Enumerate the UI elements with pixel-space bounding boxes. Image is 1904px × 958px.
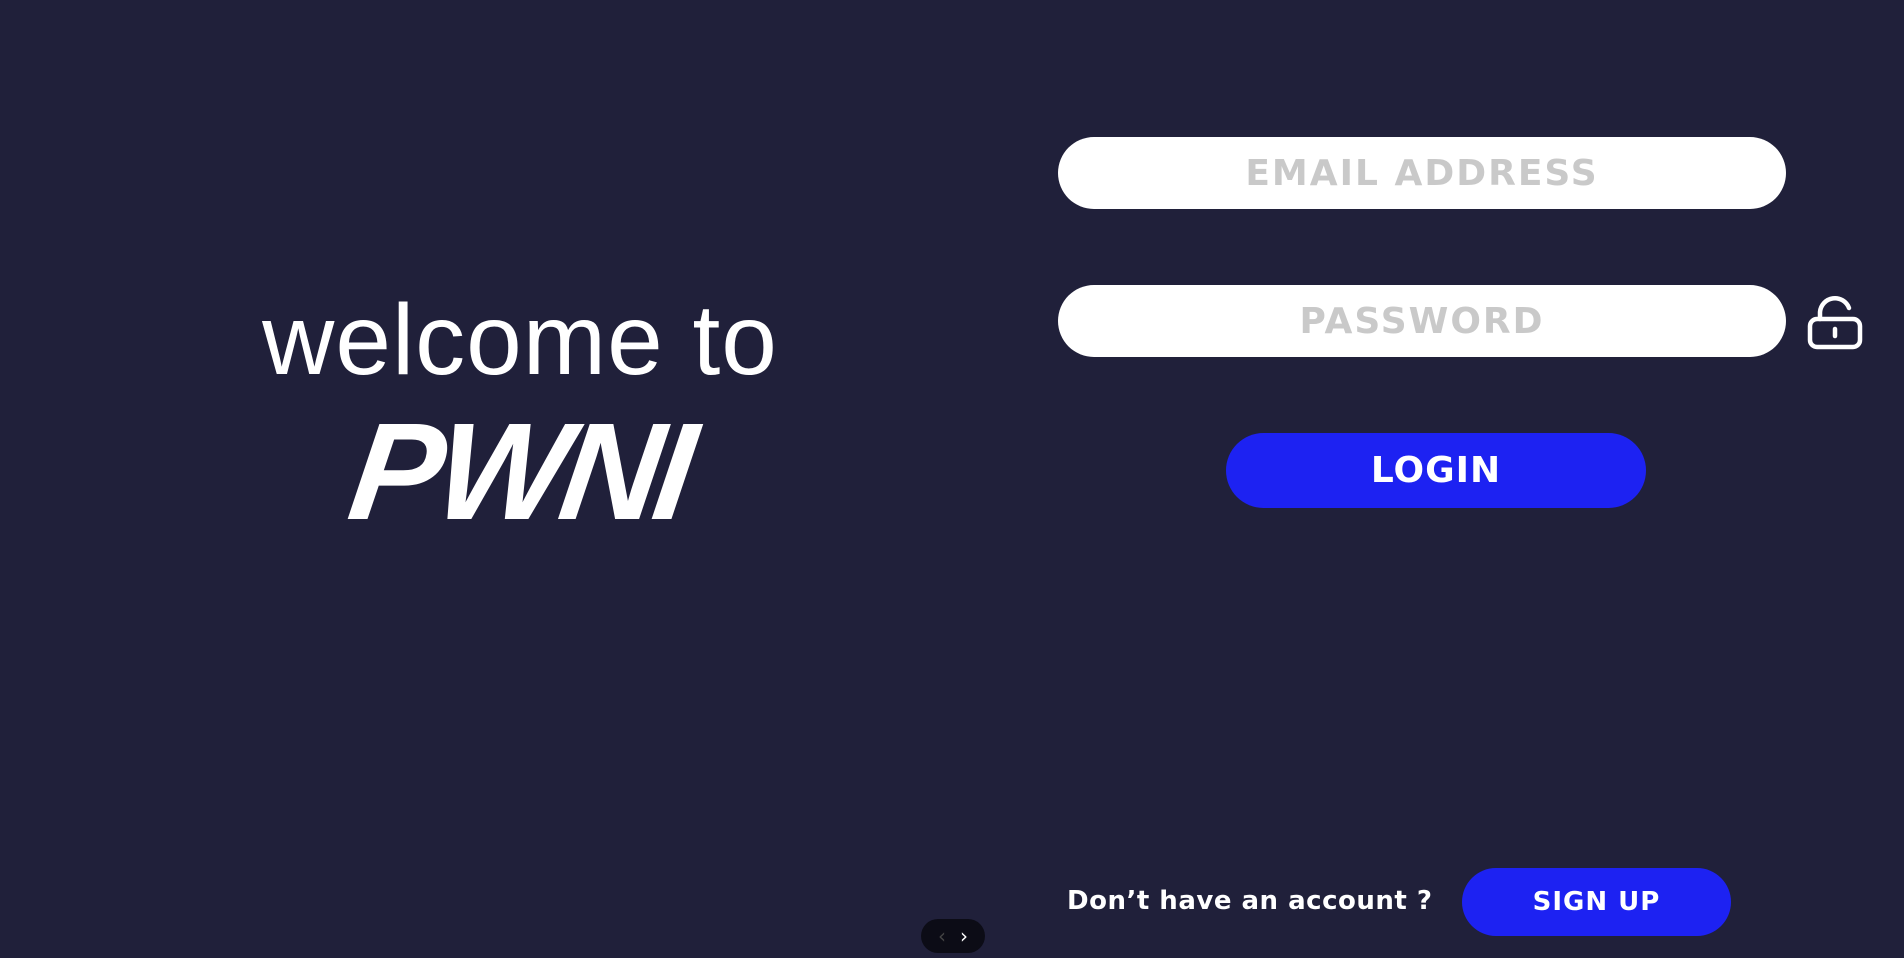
brand-logo: PWNI (341, 395, 699, 549)
welcome-heading: welcome to (262, 284, 778, 396)
email-field[interactable] (1058, 137, 1786, 209)
chevron-left-icon[interactable]: ‹ (938, 926, 946, 946)
pager-control: ‹ › (921, 919, 985, 953)
login-button[interactable]: LOGIN (1226, 433, 1646, 508)
signup-button[interactable]: SIGN UP (1462, 868, 1731, 936)
chevron-right-icon[interactable]: › (960, 926, 968, 946)
lock-open-icon[interactable] (1806, 293, 1864, 351)
signup-prompt: Don’t have an account ? (1067, 886, 1433, 916)
password-field[interactable] (1058, 285, 1786, 357)
welcome-block: welcome to PWNI (180, 280, 860, 549)
